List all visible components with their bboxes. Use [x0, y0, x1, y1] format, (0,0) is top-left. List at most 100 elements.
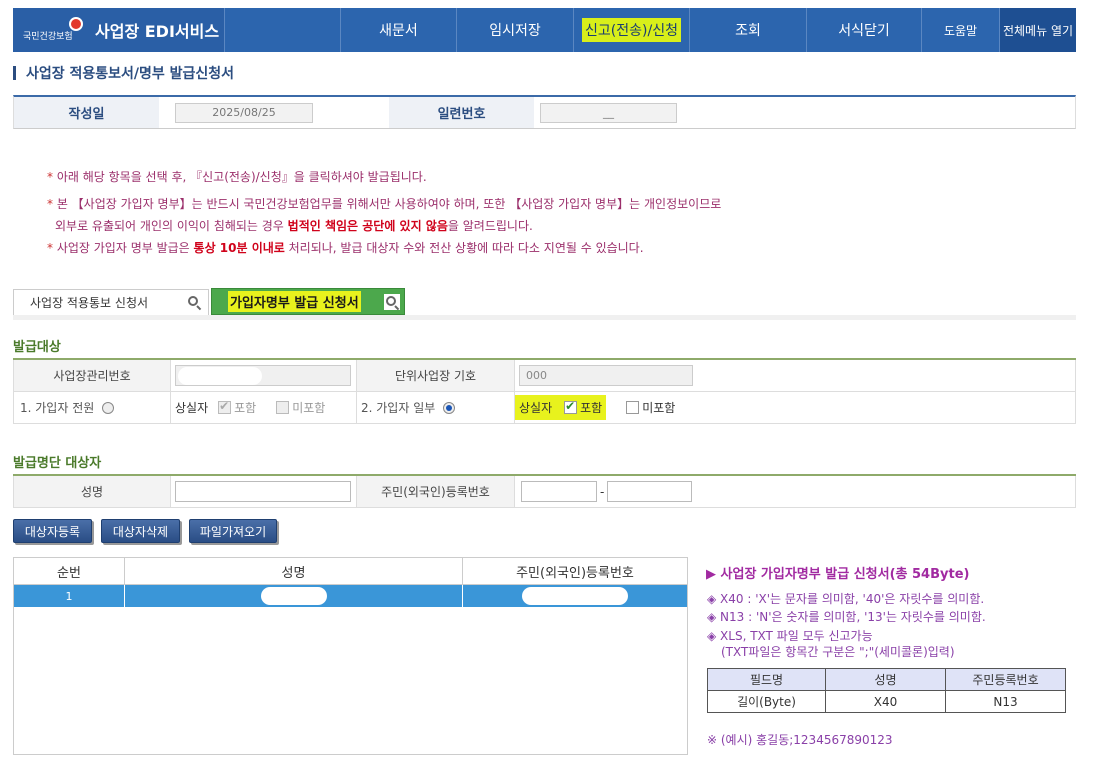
target-section-title: 발급대상: [13, 340, 61, 355]
spec-head-field: 필드명: [707, 668, 826, 691]
nav-spacer: [225, 8, 341, 52]
unit-label: 단위사업장 기호: [357, 360, 515, 391]
spec-row-label: 길이(Byte): [707, 690, 826, 713]
spec-head-rrn: 주민등록번호: [945, 668, 1066, 691]
menu-inquiry[interactable]: 조회: [690, 8, 807, 52]
exclude-checkbox[interactable]: [626, 401, 640, 414]
spec-row-rrn: N13: [945, 690, 1066, 713]
notice-4: * 사업장 가입자 명부 발급은 통상 10분 이내로 처리되나, 발급 대상자…: [47, 239, 644, 256]
menu-temp-save[interactable]: 임시저장: [457, 8, 574, 52]
unit-field: 000: [519, 365, 693, 386]
person-section-title: 발급명단 대상자: [13, 456, 102, 471]
notice-text: 아래 해당 항목을 선택 후, 『신고(전송)/신청』을 클릭하셔야 발급됩니다…: [56, 170, 427, 184]
add-target-button[interactable]: 대상자등록: [13, 519, 92, 543]
target-grid: 사업장관리번호 단위사업장 기호 000 1. 가입자 전원 상실자 포함 미포…: [13, 360, 1076, 424]
brand[interactable]: 국민건강보험 사업장 EDI서비스: [13, 8, 225, 52]
page-title-text: 사업장 적용통보서/명부 발급신청서: [26, 66, 235, 82]
menu-submit[interactable]: 신고(전송)/신청: [574, 8, 690, 52]
menu-all-open[interactable]: 전체메뉴 열기: [1000, 8, 1076, 52]
notice-emphasis: 통상 10분 이내로: [193, 241, 285, 255]
highlighted-lost-include: 상실자 포함: [515, 395, 607, 420]
name-input[interactable]: [175, 481, 351, 502]
serial-field: __: [540, 102, 677, 123]
biz-no-label: 사업장관리번호: [14, 360, 171, 391]
rrn-separator: -: [600, 484, 605, 499]
rrn-back-input[interactable]: [607, 481, 693, 502]
include-checkbox[interactable]: [564, 399, 578, 414]
notice-bullet: *: [47, 197, 57, 211]
page-title: 사업장 적용통보서/명부 발급신청서: [13, 63, 234, 83]
menu-close-form[interactable]: 서식닫기: [807, 8, 922, 52]
exclude-label: 미포함: [292, 401, 326, 415]
list-header: 순번 성명 주민(외국인)등록번호: [14, 558, 687, 585]
menu-new-document[interactable]: 새문서: [341, 8, 457, 52]
date-field: 2025/08/25: [175, 102, 313, 123]
spec-row-name: X40: [825, 690, 946, 713]
tab-member-list[interactable]: 가입자명부 발급 신청서: [211, 288, 405, 315]
logo-text: 국민건강보험: [23, 32, 73, 42]
serial-label: 일련번호: [389, 97, 534, 128]
menu-submit-label: 신고(전송)/신청: [582, 18, 681, 42]
target-list: 순번 성명 주민(외국인)등록번호 1: [13, 557, 688, 755]
side-line-n13: ◈ N13 : 'N'은 숫자를 의미함, '13'는 자릿수를 의미함.: [707, 610, 986, 624]
person-grid: 성명 주민(외국인)등록번호 -: [13, 476, 1076, 508]
brand-title: 사업장 EDI서비스: [95, 22, 220, 41]
biz-no-field: [175, 365, 351, 386]
notice-3: 외부로 유출되어 개인의 이익이 침해되는 경우 법적인 책임은 공단에 있지 …: [55, 217, 533, 234]
notice-bullet: *: [47, 241, 57, 255]
side-line-formats: ◈ XLS, TXT 파일 모두 신고가능: [707, 629, 873, 643]
side-title: ▶ 사업장 가입자명부 발급 신청서(총 54Byte): [706, 567, 970, 582]
menu-help[interactable]: 도움말: [922, 8, 1000, 52]
part-lost-options: 상실자 포함 미포함: [515, 392, 1075, 423]
import-file-button[interactable]: 파일가져오기: [189, 519, 277, 543]
radio-all[interactable]: [102, 401, 115, 414]
example-text: ※ (예시) 홍길동;1234567890123: [707, 733, 893, 747]
name-label: 성명: [14, 476, 171, 507]
info-table: 작성일 2025/08/25 일련번호 __: [13, 95, 1076, 129]
col-rrn: 주민(외국인)등록번호: [516, 565, 634, 581]
redacted-mask: [522, 587, 628, 605]
include-checkbox-disabled: [218, 399, 232, 414]
option-all[interactable]: 1. 가입자 전원: [14, 392, 171, 423]
rrn-label: 주민(외국인)등록번호: [357, 476, 515, 507]
top-nav: 국민건강보험 사업장 EDI서비스 새문서 임시저장 신고(전송)/신청 조회 …: [13, 8, 1076, 52]
col-no: 순번: [14, 558, 125, 584]
col-name: 성명: [125, 558, 463, 584]
lost-label: 상실자: [519, 401, 553, 415]
spec-head-name: 성명: [825, 668, 946, 691]
delete-target-button[interactable]: 대상자삭제: [101, 519, 180, 543]
option-all-label: 1. 가입자 전원: [20, 401, 95, 415]
redacted-mask: [260, 587, 327, 605]
tab-label: 가입자명부 발급 신청서: [228, 291, 361, 312]
side-line-txt-note: (TXT파일은 항목간 구분은 ";"(세미콜론)입력): [721, 645, 955, 659]
notice-text: 본 【사업장 가입자 명부】는 반드시 국민건강보험업무를 위해서만 사용하여야…: [56, 197, 722, 211]
include-label: 포함: [234, 401, 257, 415]
date-label: 작성일: [14, 97, 159, 128]
include-label: 포함: [580, 401, 603, 415]
option-part[interactable]: 2. 가입자 일부: [357, 392, 515, 423]
table-row[interactable]: 1: [14, 585, 687, 607]
tab-underline: [13, 315, 1076, 320]
row-name: [125, 585, 463, 607]
notice-text: 외부로 유출되어 개인의 이익이 침해되는 경우: [55, 219, 288, 233]
tab-application-notice[interactable]: 사업장 적용통보 신청서: [13, 289, 209, 315]
exclude-label: 미포함: [642, 401, 676, 415]
notice-1: * 아래 해당 항목을 선택 후, 『신고(전송)/신청』을 클릭하셔야 발급됩…: [47, 168, 427, 185]
notice-text: 을 알려드립니다.: [447, 219, 533, 233]
nhis-logo: 국민건강보험: [23, 15, 83, 45]
row-no: 1: [14, 585, 125, 607]
title-bar-marker: [13, 66, 16, 80]
redacted-mask: [178, 367, 262, 385]
search-icon: [384, 294, 400, 311]
rrn-front-input[interactable]: [521, 481, 597, 502]
notice-2: * 본 【사업장 가입자 명부】는 반드시 국민건강보험업무를 위해서만 사용하…: [47, 195, 721, 212]
notice-text: 처리되나, 발급 대상자 수와 전산 상황에 따라 다소 지연될 수 있습니다.: [284, 241, 644, 255]
lost-label: 상실자: [175, 401, 209, 415]
all-lost-options: 상실자 포함 미포함: [171, 392, 357, 423]
tab-label: 사업장 적용통보 신청서: [30, 296, 149, 310]
option-part-label: 2. 가입자 일부: [361, 401, 436, 415]
radio-part[interactable]: [443, 401, 456, 414]
row-rrn: [463, 585, 687, 607]
spec-table: 필드명 성명 주민등록번호 길이(Byte) X40 N13: [707, 668, 1066, 713]
notice-bullet: *: [47, 170, 57, 184]
